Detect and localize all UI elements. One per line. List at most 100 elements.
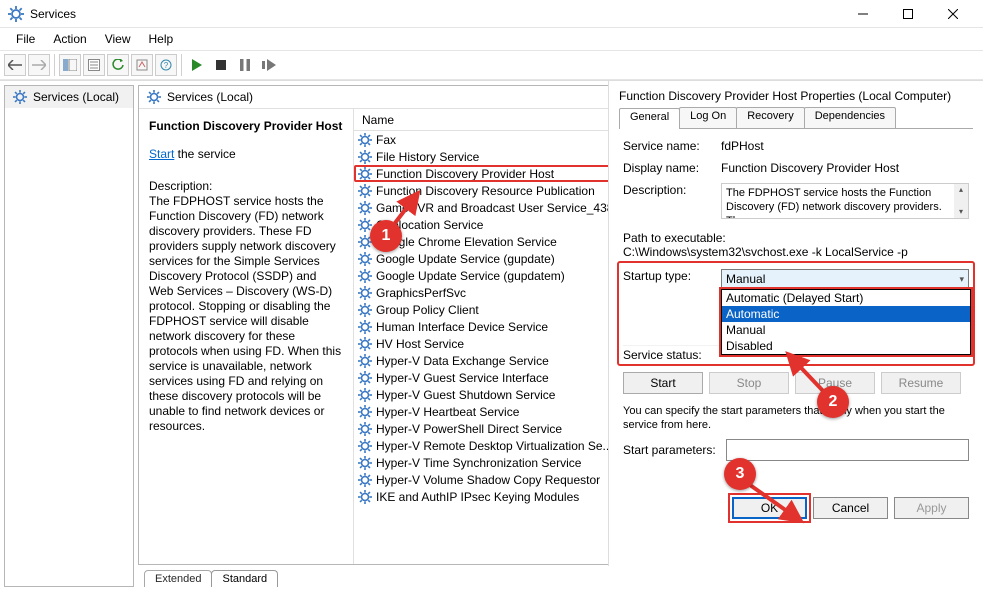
gear-icon <box>358 490 372 504</box>
start-suffix: the service <box>174 147 235 161</box>
gear-icon <box>358 337 372 351</box>
startup-type-label: Startup type: <box>623 269 721 283</box>
display-name-value: Function Discovery Provider Host <box>721 161 969 175</box>
view-tabs: Extended Standard <box>138 565 979 587</box>
start-service-link[interactable]: Start <box>149 147 174 161</box>
toolbar-start-service-button[interactable] <box>186 54 208 76</box>
menu-bar: File Action View Help <box>0 28 983 50</box>
gear-icon <box>358 473 372 487</box>
startup-type-value: Manual <box>726 272 765 286</box>
services-icon <box>147 90 161 104</box>
service-name: Hyper-V Time Synchronization Service <box>376 456 581 470</box>
opt-automatic[interactable]: Automatic <box>722 306 970 322</box>
startup-type-dropdown[interactable]: Automatic (Delayed Start) Automatic Manu… <box>721 289 971 355</box>
toolbar-properties-button[interactable] <box>83 54 105 76</box>
menu-help[interactable]: Help <box>141 29 182 49</box>
display-name-label: Display name: <box>623 161 721 175</box>
service-name: Fax <box>376 133 396 147</box>
minimize-button[interactable] <box>840 0 885 28</box>
toolbar-export-button[interactable] <box>131 54 153 76</box>
gear-icon <box>358 150 372 164</box>
start-button[interactable]: Start <box>623 372 703 394</box>
menu-action[interactable]: Action <box>45 29 94 49</box>
dialog-title: Function Discovery Provider Host Propert… <box>619 87 973 107</box>
gear-icon <box>358 439 372 453</box>
service-name: Human Interface Device Service <box>376 320 548 334</box>
gear-icon <box>358 320 372 334</box>
toolbar-refresh-button[interactable] <box>107 54 129 76</box>
gear-icon <box>358 201 372 215</box>
service-name-label: Service name: <box>623 139 721 153</box>
gear-icon <box>358 354 372 368</box>
service-name: Google Chrome Elevation Service <box>376 235 557 249</box>
gear-icon <box>358 269 372 283</box>
tab-standard[interactable]: Standard <box>211 570 278 587</box>
toolbar-view-button[interactable] <box>59 54 81 76</box>
gear-icon <box>358 167 372 181</box>
resume-button: Resume <box>881 372 961 394</box>
description-box[interactable]: The FDPHOST service hosts the Function D… <box>721 183 969 219</box>
stop-button: Stop <box>709 372 789 394</box>
service-name: Google Update Service (gupdate) <box>376 252 555 266</box>
maximize-button[interactable] <box>885 0 930 28</box>
toolbar-stop-service-button[interactable] <box>210 54 232 76</box>
description-scrollbar[interactable]: ▴▾ <box>954 184 968 218</box>
window-title: Services <box>30 7 76 21</box>
startup-type-select[interactable]: Manual ▾ <box>721 269 969 289</box>
gear-icon <box>358 405 372 419</box>
gear-icon <box>358 252 372 266</box>
start-parameters-input[interactable] <box>726 439 969 461</box>
svg-text:?: ? <box>164 61 169 70</box>
tab-dependencies[interactable]: Dependencies <box>804 107 896 128</box>
opt-manual[interactable]: Manual <box>722 322 970 338</box>
path-label: Path to executable: <box>623 231 969 245</box>
toolbar-restart-service-button[interactable] <box>258 54 280 76</box>
service-name: Function Discovery Provider Host <box>376 167 554 181</box>
nav-tree: Services (Local) <box>4 85 134 587</box>
hint-text: You can specify the start parameters tha… <box>623 404 969 433</box>
title-bar: Services <box>0 0 983 28</box>
service-name: Hyper-V Volume Shadow Copy Requestor <box>376 473 600 487</box>
gear-icon <box>358 388 372 402</box>
service-status-label: Service status: <box>623 348 721 362</box>
service-name: IKE and AuthIP IPsec Keying Modules <box>376 490 579 504</box>
opt-auto-delayed[interactable]: Automatic (Delayed Start) <box>722 290 970 306</box>
toolbar-pause-service-button[interactable] <box>234 54 256 76</box>
tab-logon[interactable]: Log On <box>679 107 737 128</box>
column-name[interactable]: Name <box>362 113 394 127</box>
tab-general[interactable]: General <box>619 108 680 129</box>
opt-disabled[interactable]: Disabled <box>722 338 970 354</box>
cancel-button[interactable]: Cancel <box>813 497 888 519</box>
service-name: Hyper-V Heartbeat Service <box>376 405 519 419</box>
gear-icon <box>358 218 372 232</box>
annotation-3: 3 <box>724 458 756 490</box>
apply-button: Apply <box>894 497 969 519</box>
description-text: The FDPHOST service hosts the Function D… <box>149 194 343 434</box>
service-name: Hyper-V Guest Service Interface <box>376 371 549 385</box>
nav-label: Services (Local) <box>33 90 119 104</box>
main-header-title: Services (Local) <box>167 90 253 104</box>
service-name-value: fdPHost <box>721 139 969 153</box>
tab-extended[interactable]: Extended <box>144 570 212 587</box>
chevron-down-icon: ▾ <box>959 274 964 285</box>
toolbar-forward-button[interactable] <box>28 54 50 76</box>
annotation-1: 1 <box>370 220 402 252</box>
menu-view[interactable]: View <box>97 29 139 49</box>
tab-recovery[interactable]: Recovery <box>736 107 804 128</box>
path-value: C:\Windows\system32\svchost.exe -k Local… <box>623 245 969 259</box>
service-name: Hyper-V Remote Desktop Virtualization Se… <box>376 439 613 453</box>
toolbar-help-button[interactable]: ? <box>155 54 177 76</box>
services-icon <box>13 90 27 104</box>
start-parameters-label: Start parameters: <box>623 443 716 457</box>
description-label: Description: <box>623 183 721 197</box>
service-name: File History Service <box>376 150 479 164</box>
close-button[interactable] <box>930 0 975 28</box>
nav-services-local[interactable]: Services (Local) <box>5 86 133 108</box>
service-name: HV Host Service <box>376 337 464 351</box>
gear-icon <box>358 371 372 385</box>
toolbar-back-button[interactable] <box>4 54 26 76</box>
menu-file[interactable]: File <box>8 29 43 49</box>
service-name: GraphicsPerfSvc <box>376 286 466 300</box>
annotation-2: 2 <box>817 386 849 418</box>
service-name: Hyper-V Guest Shutdown Service <box>376 388 555 402</box>
